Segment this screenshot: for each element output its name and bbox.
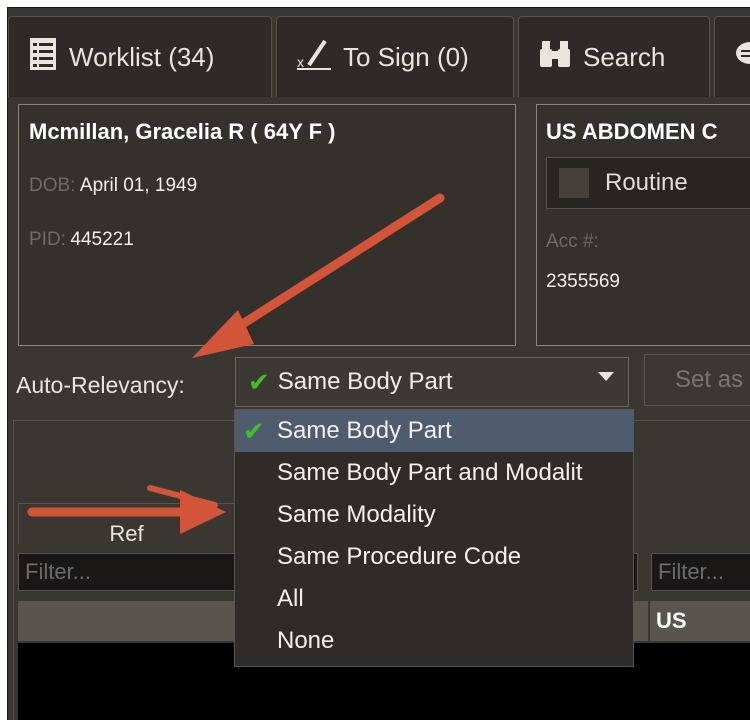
option-same-body-part[interactable]: ✔ Same Body Part <box>235 410 633 452</box>
set-as-button[interactable]: Set as <box>644 354 750 406</box>
modality-cell: US <box>650 601 750 641</box>
acc-value: 2355569 <box>546 271 620 292</box>
option-same-modality[interactable]: Same Modality <box>235 494 633 536</box>
order-info-panel: US ABDOMEN C Routine ▼ Acc #: 2355569 <box>536 104 750 346</box>
acc-label-text: Acc #: <box>546 231 599 252</box>
tab-search-label: Search <box>583 41 666 72</box>
patient-name: Mcmillan, Gracelia R ( 64Y F ) <box>29 119 336 144</box>
pid-row: PID: 445221 <box>29 229 134 251</box>
option-label: None <box>277 627 335 654</box>
auto-relevancy-select[interactable]: ✔ Same Body Part <box>235 357 629 407</box>
column-header-ref[interactable]: Ref <box>18 503 234 546</box>
tab-messages[interactable] <box>714 16 750 97</box>
chat-icon <box>735 41 750 74</box>
priority-select[interactable]: Routine ▼ <box>546 157 750 209</box>
tab-search[interactable]: Search <box>518 16 710 97</box>
dropdown-caret-icon <box>598 372 614 381</box>
acc-value-row: 2355569 <box>546 271 620 293</box>
auto-relevancy-label: Auto-Relevancy: <box>16 372 185 398</box>
binoculars-icon <box>539 39 571 76</box>
auto-relevancy-selected-value: Same Body Part <box>277 368 453 395</box>
sign-pen-icon: x <box>297 37 331 78</box>
checkmark-icon: ✔ <box>248 366 270 397</box>
filter-input-modality[interactable]: Filter... <box>651 553 750 591</box>
priority-color-swatch <box>559 168 589 198</box>
acc-label: Acc #: <box>546 231 599 253</box>
option-none[interactable]: None <box>235 620 633 662</box>
app-window: Worklist (34) x To Sign (0) Search Mcmil… <box>7 7 750 720</box>
tab-worklist[interactable]: Worklist (34) <box>8 16 272 97</box>
set-as-button-label: Set as <box>675 366 744 393</box>
filter-placeholder-modality: Filter... <box>658 559 725 584</box>
option-label: Same Procedure Code <box>277 543 522 570</box>
priority-value: Routine <box>605 169 688 196</box>
pid-value: 445221 <box>70 229 134 250</box>
tab-worklist-label: Worklist (34) <box>69 41 215 72</box>
svg-text:x: x <box>297 54 304 70</box>
filter-placeholder: Filter... <box>25 559 92 584</box>
pid-label: PID: <box>29 229 66 250</box>
dob-label: DOB: <box>29 175 76 196</box>
checkmark-icon: ✔ <box>243 415 265 446</box>
dob-value: April 01, 1949 <box>79 175 198 196</box>
option-same-procedure-code[interactable]: Same Procedure Code <box>235 536 633 578</box>
auto-relevancy-dropdown-list: ✔ Same Body Part Same Body Part and Moda… <box>234 409 634 667</box>
option-same-body-part-and-modality[interactable]: Same Body Part and Modalit <box>235 452 633 494</box>
tab-to-sign[interactable]: x To Sign (0) <box>276 16 514 97</box>
option-label: Same Body Part and Modalit <box>277 459 583 486</box>
option-label: All <box>277 585 304 612</box>
option-label: Same Body Part <box>277 417 452 444</box>
worklist-icon <box>29 37 57 78</box>
order-title: US ABDOMEN C <box>546 119 718 144</box>
patient-info-panel: Mcmillan, Gracelia R ( 64Y F ) DOB: Apri… <box>18 104 516 346</box>
tab-to-sign-label: To Sign (0) <box>343 41 469 72</box>
option-label: Same Modality <box>277 501 436 528</box>
option-all[interactable]: All <box>235 578 633 620</box>
dob-row: DOB: April 01, 1949 <box>29 175 197 197</box>
